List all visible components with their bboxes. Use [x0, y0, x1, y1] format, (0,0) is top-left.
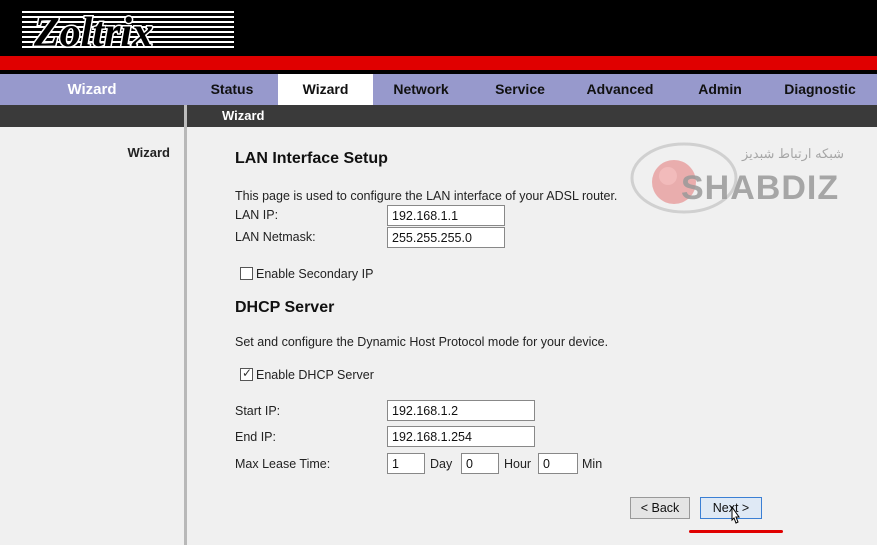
subnav-bar: Wizard — [0, 105, 877, 127]
logo-text: Zoltrix — [33, 10, 153, 52]
lease-min-input[interactable] — [538, 453, 578, 474]
tab-diagnostic[interactable]: Diagnostic — [768, 74, 872, 105]
tab-advanced[interactable]: Advanced — [572, 74, 668, 105]
subnav-divider — [184, 105, 187, 127]
lease-day-unit: Day — [430, 457, 453, 471]
nav-section-title: Wizard — [67, 81, 117, 98]
end-ip-input[interactable] — [387, 426, 535, 447]
max-lease-label: Max Lease Time: — [235, 457, 331, 471]
lease-hour-unit: Hour — [504, 457, 532, 471]
start-ip-input[interactable] — [387, 400, 535, 421]
lan-netmask-label: LAN Netmask: — [235, 230, 316, 244]
lease-min-unit: Min — [582, 457, 603, 471]
tab-admin[interactable]: Admin — [678, 74, 762, 105]
secondary-ip-label: Enable Secondary IP — [256, 267, 374, 281]
next-highlight-underline — [689, 530, 783, 533]
lan-ip-label: LAN IP: — [235, 208, 279, 222]
subnav-left — [0, 105, 184, 127]
subnav-title: Wizard — [222, 108, 265, 123]
secondary-ip-checkbox[interactable] — [240, 267, 253, 280]
lease-day-input[interactable] — [387, 453, 425, 474]
tab-wizard[interactable]: Wizard — [278, 74, 373, 106]
main-nav: Wizard Status Wizard Network Service Adv… — [0, 74, 877, 106]
lan-netmask-input[interactable] — [387, 227, 505, 248]
watermark-subtext: شبکه ارتباط شبدیز — [742, 146, 845, 161]
lease-hour-input[interactable] — [461, 453, 499, 474]
tab-status[interactable]: Status — [188, 74, 276, 105]
sidebar-item-wizard[interactable]: Wizard — [128, 145, 171, 160]
header-red-stripe — [0, 56, 877, 70]
back-button[interactable]: < Back — [630, 497, 690, 519]
dhcp-section-title: DHCP Server — [235, 299, 335, 316]
sidebar: Wizard — [0, 127, 184, 545]
watermark-text: SHABDIZ — [681, 169, 840, 207]
header-bar: Zoltrix — [0, 0, 877, 58]
dhcp-description: Set and configure the Dynamic Host Proto… — [235, 335, 609, 349]
lan-description: This page is used to configure the LAN i… — [235, 189, 618, 203]
logo-graphic: Zoltrix — [22, 9, 234, 58]
end-ip-label: End IP: — [235, 430, 276, 444]
tab-network[interactable]: Network — [375, 74, 467, 105]
mouse-cursor-icon — [731, 506, 740, 524]
tab-service[interactable]: Service — [470, 74, 570, 105]
lan-section-title: LAN Interface Setup — [235, 150, 388, 167]
zoltrix-logo: Zoltrix — [22, 6, 234, 58]
lan-ip-input[interactable] — [387, 205, 505, 226]
enable-dhcp-checkbox[interactable] — [240, 366, 253, 381]
enable-dhcp-label: Enable DHCP Server — [256, 368, 374, 382]
start-ip-label: Start IP: — [235, 404, 281, 418]
